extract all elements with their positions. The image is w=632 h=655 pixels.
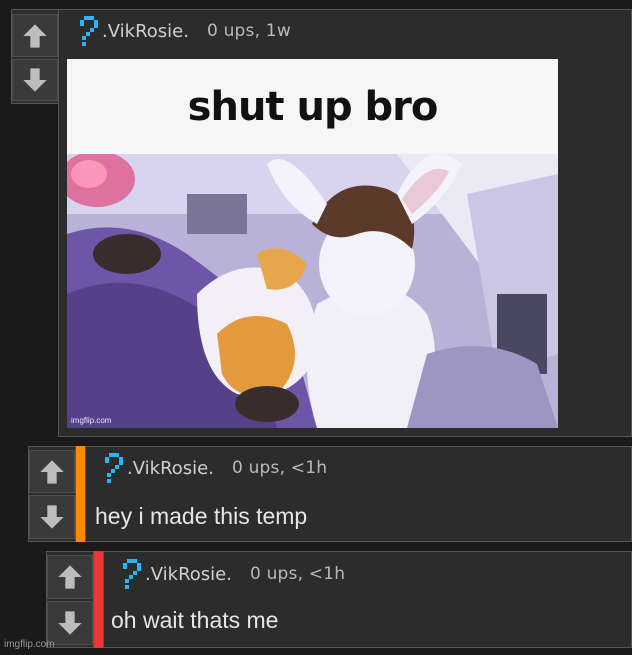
comment-stats: 0 ups, <1h — [249, 564, 346, 584]
username-link[interactable]: .VikRosie. — [127, 458, 214, 479]
arrow-up-icon — [38, 458, 66, 486]
comment-stats: 0 ups, 1w — [206, 21, 291, 41]
arrow-down-icon — [21, 66, 49, 94]
reply-depth-bar — [94, 551, 103, 648]
upvote-button[interactable] — [47, 555, 93, 599]
arrow-down-icon — [56, 609, 84, 637]
username-link[interactable]: .VikRosie. — [102, 21, 189, 42]
upvote-button[interactable] — [12, 14, 58, 57]
downvote-button[interactable] — [12, 59, 58, 101]
comment-text: hey i made this temp — [95, 503, 308, 529]
upvote-button[interactable] — [29, 450, 75, 493]
arrow-up-icon — [21, 22, 49, 50]
vote-column — [11, 9, 59, 104]
vote-column — [46, 551, 94, 648]
comment-meta: .VikRosie. 0 ups, <1h — [103, 453, 327, 483]
site-watermark: imgflip.com — [4, 639, 55, 650]
pixel-question-icon[interactable] — [78, 16, 100, 46]
image-caption: shut up bro — [67, 59, 558, 154]
meme-image[interactable]: shut up bro imgflip.com — [67, 59, 558, 428]
reply-depth-bar — [76, 446, 85, 542]
illustration — [67, 154, 558, 428]
comment-stats: 0 ups, <1h — [231, 458, 328, 478]
vote-column — [28, 446, 76, 542]
comment-meta: .VikRosie. 0 ups, <1h — [121, 559, 345, 589]
comment-meta: .VikRosie. 0 ups, 1w — [78, 16, 291, 46]
arrow-up-icon — [56, 563, 84, 591]
pixel-question-icon[interactable] — [121, 559, 143, 589]
username-link[interactable]: .VikRosie. — [145, 564, 232, 585]
downvote-button[interactable] — [29, 495, 75, 539]
image-watermark: imgflip.com — [71, 416, 112, 425]
comment-text: oh wait thats me — [111, 607, 279, 633]
pixel-question-icon[interactable] — [103, 453, 125, 483]
arrow-down-icon — [38, 503, 66, 531]
